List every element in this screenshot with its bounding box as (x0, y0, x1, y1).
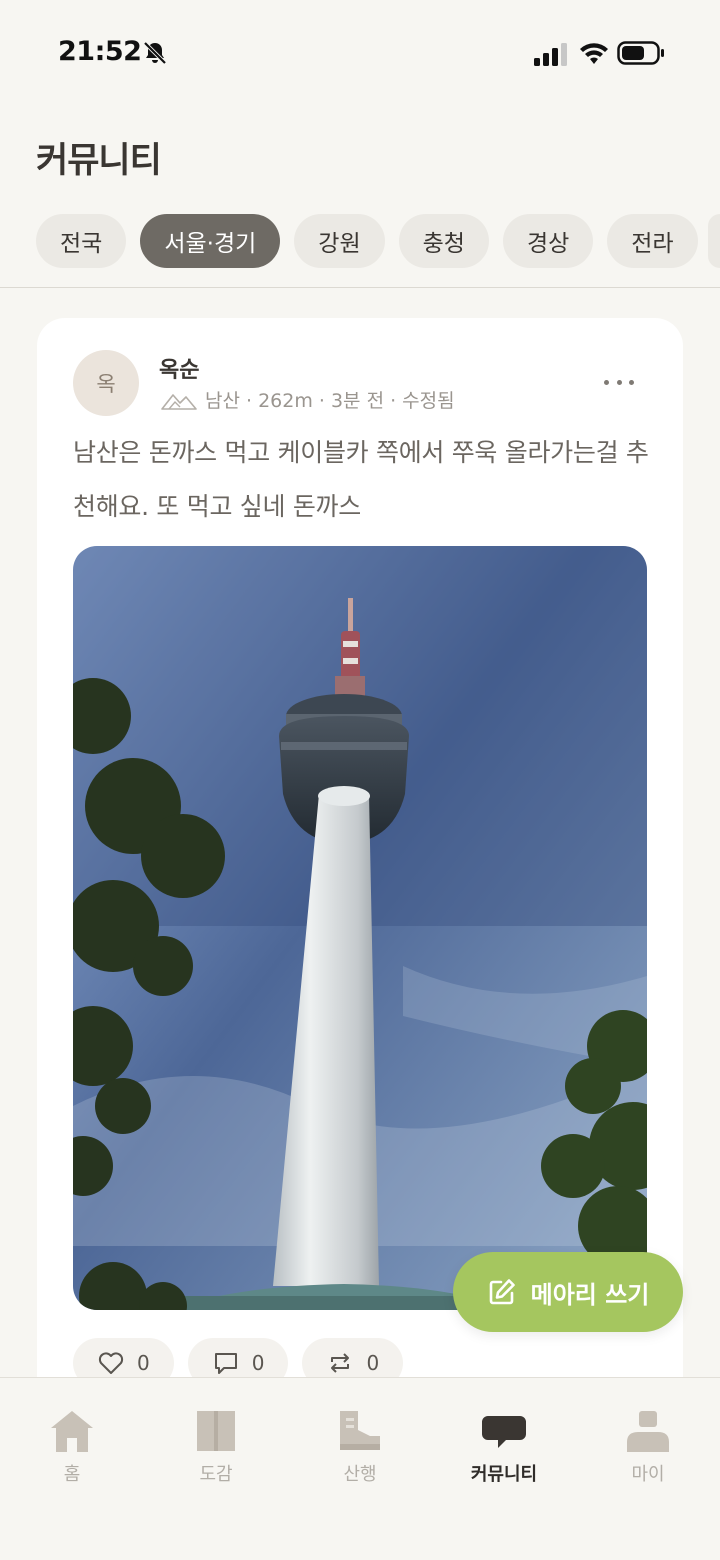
author-name[interactable]: 옥순 (159, 352, 199, 384)
region-chip-chungcheong[interactable]: 충청 (398, 214, 489, 268)
header-divider (0, 287, 720, 288)
mountain-icon (161, 394, 197, 410)
more-options-button[interactable] (601, 370, 637, 394)
heart-icon (98, 1352, 124, 1374)
post-meta: 남산 · 262m · 3분 전 · 수정됨 (205, 390, 455, 412)
region-chip-nationwide[interactable]: 전국 (36, 214, 127, 268)
region-chip-jeolla[interactable]: 전라 (607, 214, 698, 268)
region-chip-overflow[interactable] (708, 214, 720, 268)
dot-icon (616, 379, 622, 385)
post-photo[interactable] (73, 546, 647, 1310)
battery-icon (617, 41, 664, 65)
nav-item-community[interactable]: 커뮤니티 (444, 1408, 564, 1498)
status-time: 21:52 (58, 36, 142, 67)
region-chip-gangwon[interactable]: 강원 (294, 214, 385, 268)
nav-label-hiking: 산행 (343, 1464, 377, 1485)
repost-count: 0 (366, 1351, 380, 1375)
edit-icon (489, 1279, 515, 1305)
nav-item-home[interactable]: 홈 (12, 1408, 132, 1498)
dot-icon (604, 379, 609, 385)
write-echo-label: 메아리 쓰기 (530, 1280, 650, 1309)
wifi-icon (580, 43, 608, 64)
repost-icon (331, 1353, 350, 1373)
like-count: 0 (137, 1351, 150, 1375)
home-icon (51, 1411, 93, 1452)
nav-label-encyclopedia: 도감 (199, 1464, 233, 1485)
bell-slash-icon (143, 41, 167, 65)
comment-icon (214, 1353, 237, 1374)
signal-icon (534, 43, 567, 66)
region-tabs: 전국 서울·경기 강원 충청 경상 전라 (36, 214, 698, 268)
nav-item-hiking[interactable]: 산행 (300, 1408, 420, 1498)
book-icon (197, 1411, 235, 1451)
namsan-tower-photo (73, 546, 647, 1310)
bottom-nav: 홈 도감 산행 커뮤니티 마이 (0, 1377, 720, 1560)
nav-item-encyclopedia[interactable]: 도감 (156, 1408, 276, 1498)
region-chip-seoul-gyeonggi[interactable]: 서울·경기 (140, 214, 281, 268)
person-icon (627, 1411, 669, 1452)
nav-label-community: 커뮤니티 (470, 1464, 538, 1485)
region-chip-gyeongsang[interactable]: 경상 (502, 214, 594, 268)
chat-bubble-icon (482, 1416, 526, 1448)
hiking-boot-icon (340, 1411, 380, 1450)
nav-item-my[interactable]: 마이 (588, 1408, 708, 1498)
nav-label-home: 홈 (63, 1464, 81, 1485)
nav-label-my: 마이 (631, 1464, 665, 1485)
avatar[interactable]: 옥 (73, 350, 139, 416)
post-body: 남산은 돈까스 먹고 케이블카 쪽에서 쭈욱 올라가는걸 추천해요. 또 먹고 … (73, 438, 649, 521)
write-echo-button[interactable]: 메아리 쓰기 (453, 1252, 683, 1332)
status-bar: 21:52 (0, 0, 720, 108)
dot-icon (629, 379, 634, 385)
comment-count: 0 (251, 1351, 265, 1375)
page-title: 커뮤니티 (36, 141, 162, 181)
